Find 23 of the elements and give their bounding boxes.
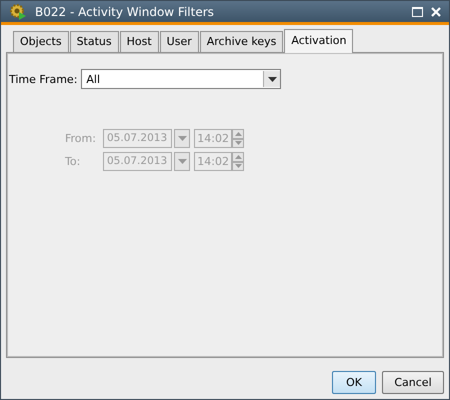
field-label: To:	[65, 155, 82, 168]
field-label: Time Frame:	[9, 72, 78, 86]
up-arrow-icon	[234, 154, 242, 159]
tab[interactable]: User	[160, 31, 199, 52]
down-arrow-icon	[234, 164, 242, 168]
tab[interactable]: Status	[70, 31, 119, 52]
close-icon[interactable]	[431, 6, 441, 17]
caret-icon	[178, 136, 186, 141]
tab[interactable]: Host	[120, 31, 159, 52]
caret-icon	[178, 159, 186, 164]
up-arrow-icon	[234, 132, 242, 136]
cancel-button[interactable]: Cancel	[382, 371, 444, 394]
window-title: B022 - Activity Window Filters	[35, 4, 214, 19]
ok-button[interactable]: OK	[332, 371, 376, 394]
tab[interactable]: Objects	[13, 31, 69, 52]
gear-icon	[9, 2, 27, 21]
dropdown-arrow-icon	[268, 76, 277, 82]
field-label: From:	[65, 132, 97, 145]
maximize-icon[interactable]	[412, 6, 423, 17]
tab[interactable]: Archive keys	[200, 31, 284, 52]
tab[interactable]: Activation	[284, 29, 354, 53]
down-arrow-icon	[234, 141, 242, 146]
time-frame-dropdown[interactable]: All	[81, 69, 282, 89]
